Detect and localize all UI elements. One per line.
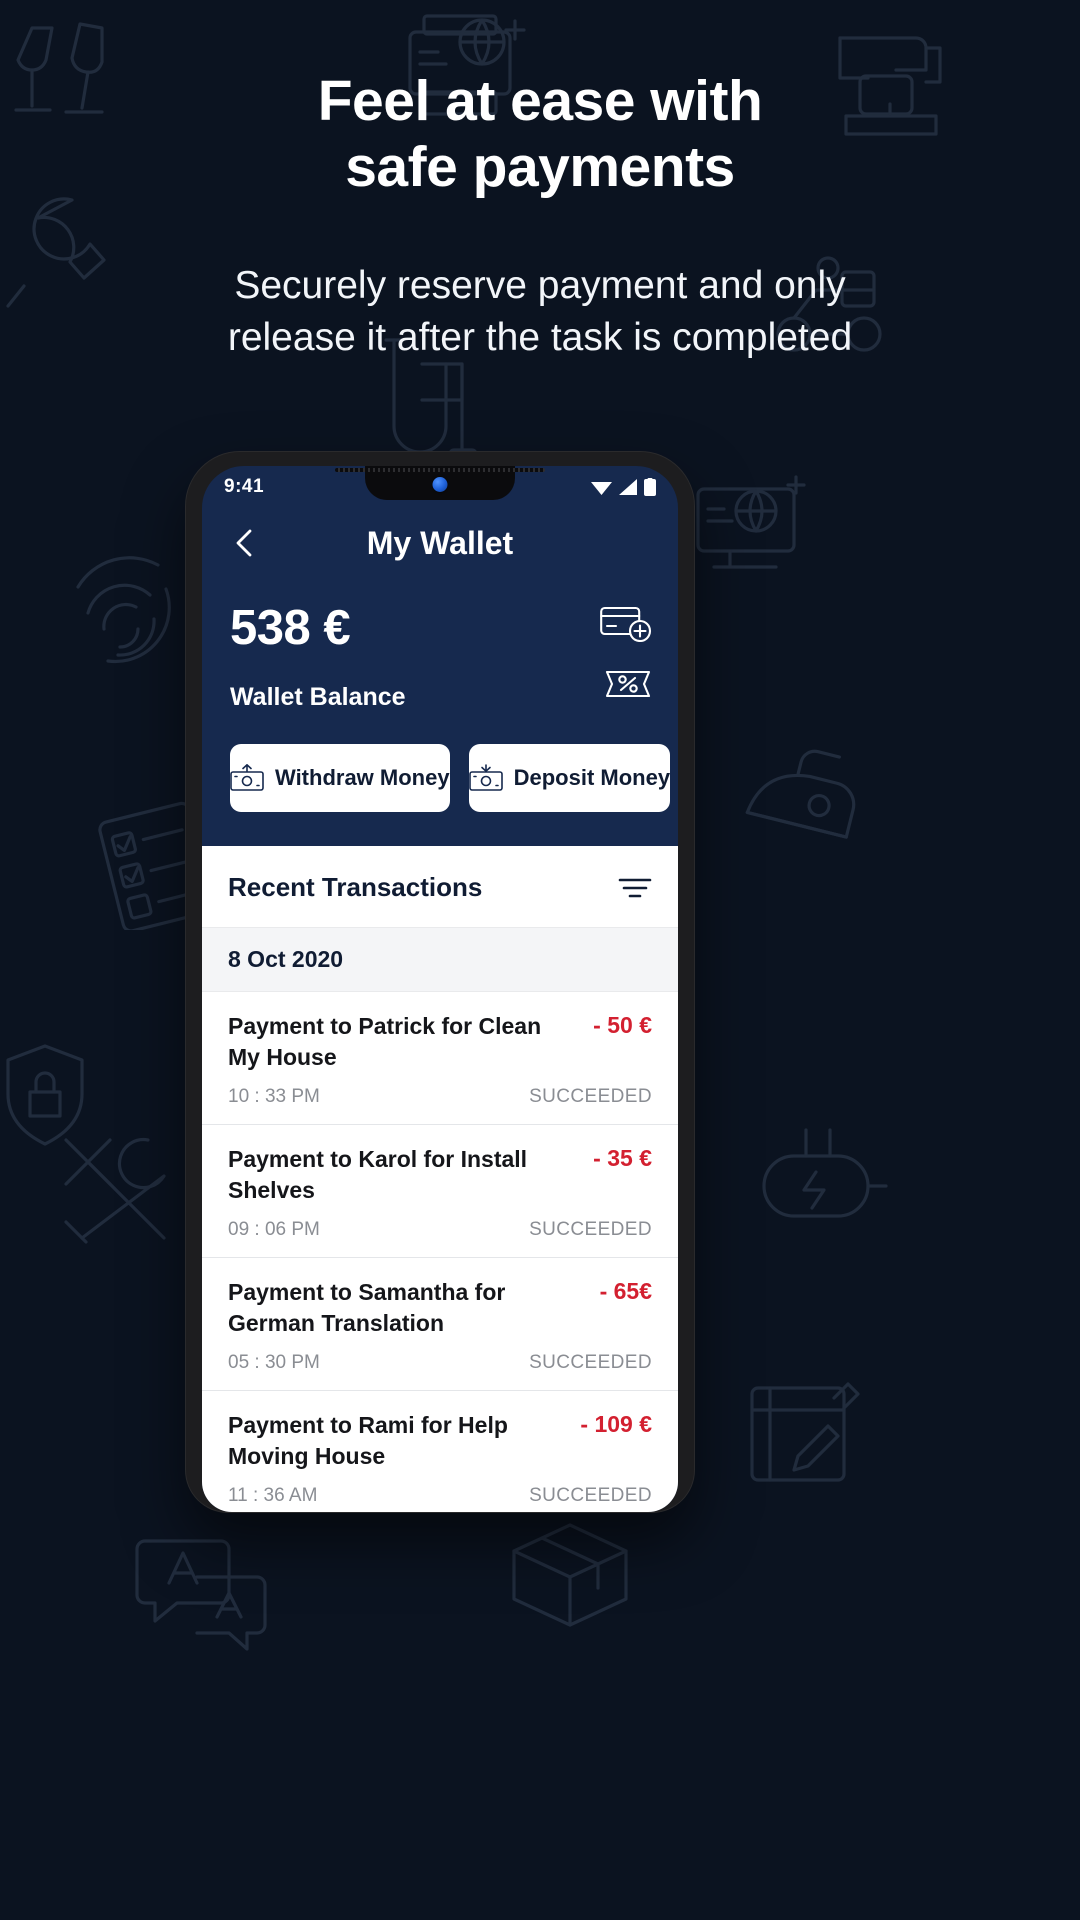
deposit-money-label: Deposit Money (513, 765, 671, 790)
recent-transactions-panel: Recent Transactions 8 Oct 2020 Payment t… (202, 846, 678, 1512)
translate-chat-icon (135, 1539, 267, 1651)
wifi-icon (591, 482, 612, 495)
signal-icon (619, 479, 637, 495)
filter-icon[interactable] (618, 875, 652, 901)
package-icon (512, 1523, 628, 1627)
wallet-balance-section: 538 € Wallet Balance (202, 570, 678, 712)
transaction-amount: - 109 € (580, 1411, 652, 1438)
withdraw-cash-icon (230, 764, 264, 791)
transaction-description: Payment to Rami for Help Moving House (228, 1412, 508, 1470)
wallet-balance-amount: 538 € (230, 601, 351, 655)
transaction-amount: - 65€ (599, 1278, 652, 1305)
web-monitor-icon (696, 475, 806, 569)
wallet-action-buttons: Withdraw Money Deposit Money (202, 712, 678, 846)
hero-section: Feel at ease with safe payments Securely… (0, 0, 1080, 364)
transaction-amount: - 35 € (593, 1145, 652, 1172)
tools-icon (64, 1137, 166, 1244)
transaction-description: Payment to Samantha for German Translati… (228, 1279, 506, 1337)
plug-icon (762, 1128, 888, 1218)
add-card-icon[interactable] (600, 604, 652, 642)
shield-lock-icon (6, 1044, 84, 1146)
status-badge: SUCCEEDED (529, 1485, 652, 1507)
status-bar-time: 9:41 (224, 476, 265, 497)
drafting-icon (750, 1382, 860, 1482)
transaction-time: 10 : 33 PM (228, 1086, 320, 1108)
page-title: Feel at ease with safe payments (317, 69, 763, 200)
wallet-balance-label: Wallet Balance (230, 683, 406, 711)
phone-mockup: 9:41 My Wallet 538 € Wallet Balance With… (186, 452, 694, 1512)
withdraw-money-button[interactable]: Withdraw Money (230, 744, 450, 812)
status-bar-icons (591, 478, 656, 496)
deposit-cash-icon (468, 764, 503, 791)
status-bar: 9:41 (202, 466, 678, 508)
transaction-date-group: 8 Oct 2020 (202, 927, 678, 992)
wallet-header-actions (600, 604, 652, 700)
page-subtitle: Securely reserve payment and only releas… (227, 264, 853, 360)
withdraw-money-label: Withdraw Money (275, 765, 450, 790)
table-row[interactable]: Payment to Rami for Help Moving House - … (202, 1391, 678, 1512)
transactions-header: Recent Transactions (202, 846, 678, 927)
transactions-title: Recent Transactions (228, 872, 483, 902)
table-row[interactable]: Payment to Karol for Install Shelves - 3… (202, 1125, 678, 1259)
transaction-description: Payment to Karol for Install Shelves (228, 1146, 528, 1204)
app-navbar: My Wallet (202, 508, 678, 570)
transactions-list: Payment to Patrick for Clean My House - … (202, 992, 678, 1512)
transaction-amount: - 50 € (593, 1012, 652, 1038)
status-badge: SUCCEEDED (529, 1086, 652, 1108)
table-row[interactable]: Payment to Patrick for Clean My House - … (202, 992, 678, 1126)
status-badge: SUCCEEDED (529, 1352, 652, 1374)
deposit-money-button[interactable]: Deposit Money (468, 744, 671, 812)
screen-title: My Wallet (366, 524, 514, 561)
transaction-time: 09 : 06 PM (228, 1219, 320, 1241)
chevron-left-icon[interactable] (228, 526, 262, 560)
coupon-percent-icon[interactable] (604, 668, 652, 700)
table-row[interactable]: Payment to Samantha for German Translati… (202, 1258, 678, 1392)
battery-icon (644, 478, 656, 496)
phone-screen: 9:41 My Wallet 538 € Wallet Balance With… (202, 466, 678, 1512)
fingerprint-icon (76, 556, 171, 664)
transaction-description: Payment to Patrick for Clean My House (228, 1013, 542, 1071)
transaction-time: 11 : 36 AM (228, 1485, 318, 1507)
status-badge: SUCCEEDED (529, 1219, 652, 1241)
iron-icon (745, 749, 856, 839)
transaction-time: 05 : 30 PM (228, 1352, 320, 1374)
